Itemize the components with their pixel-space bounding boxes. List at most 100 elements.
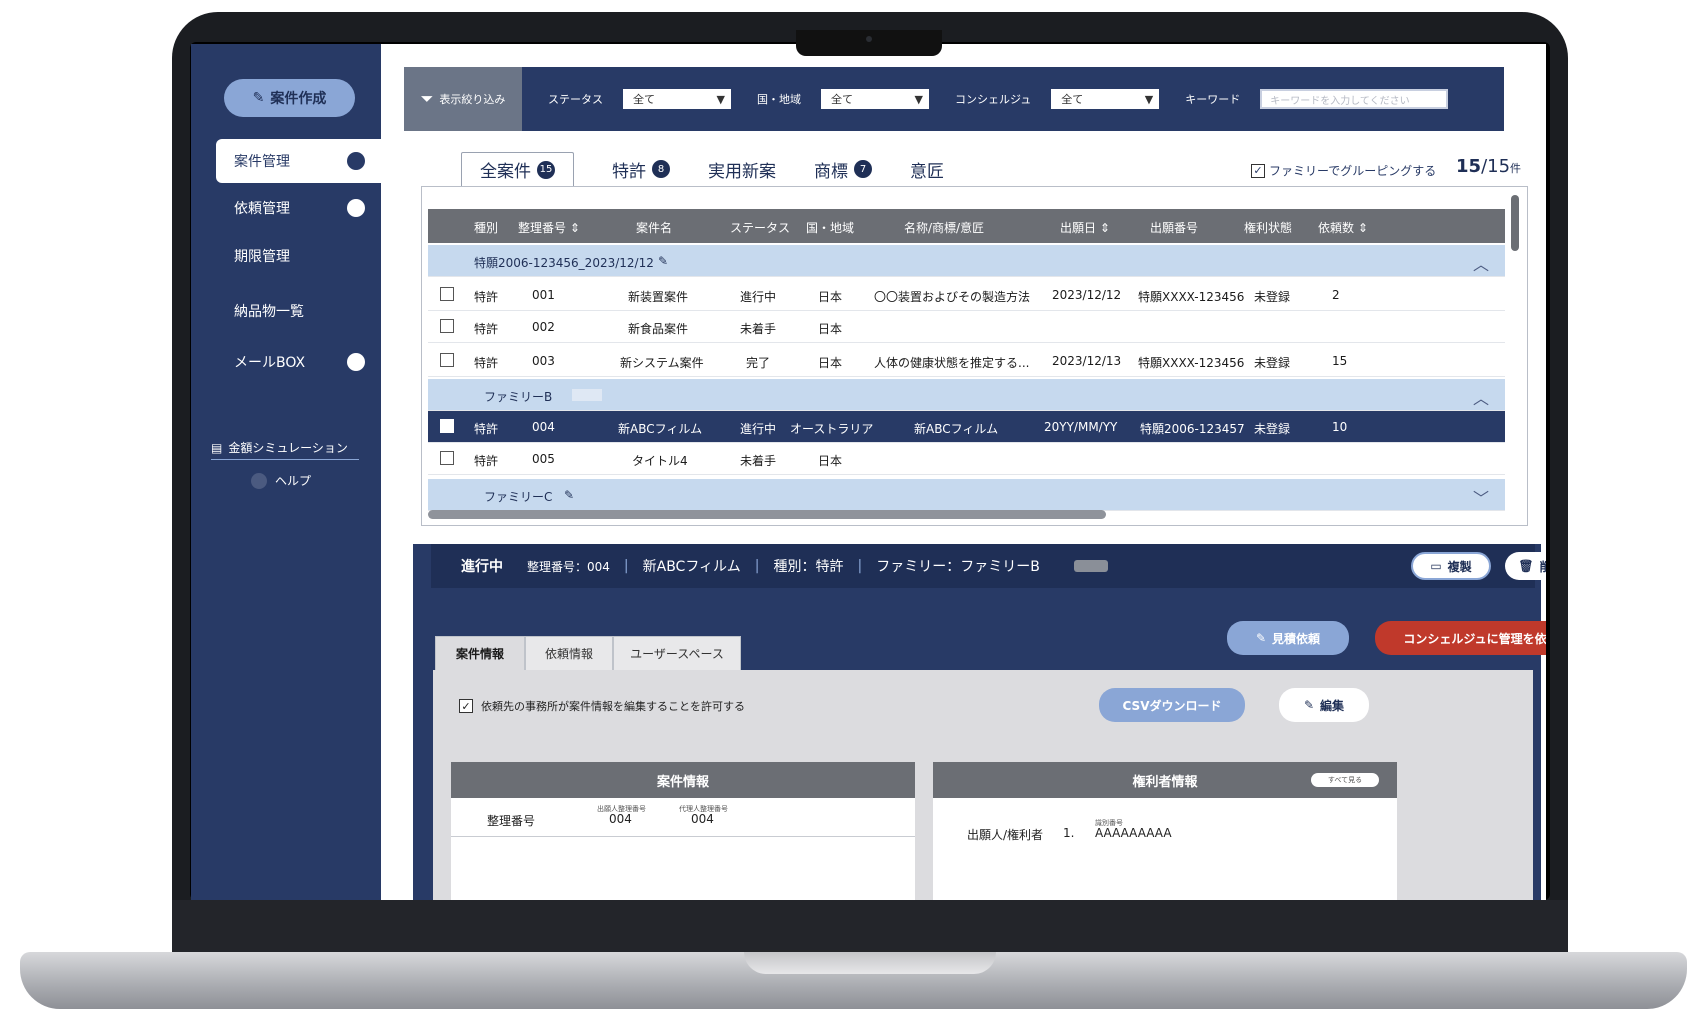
table-row[interactable]: 特許 003 新システム案件 完了 日本 人体の健康状態を推定する... 202… <box>428 345 1505 377</box>
change-badge[interactable] <box>1073 560 1108 572</box>
tab-request-info[interactable]: 依頼情報 <box>525 636 613 670</box>
filter-bar: ⏷ 表示絞り込み ステータス 全て ▼ 国・地域 全て ▼ コンシェルジュ 全て… <box>404 67 1504 131</box>
see-all-button[interactable]: すべて見る <box>1311 773 1379 787</box>
sidebar-item-simulation[interactable]: ▤ 金額シミュレーション <box>211 436 359 460</box>
chevron-up-icon[interactable]: ︿ <box>1473 251 1489 275</box>
delete-button[interactable]: 🗑 削除 <box>1505 552 1546 580</box>
sidebar-item-help[interactable]: ヘルプ <box>251 472 311 489</box>
chevron-down-icon[interactable]: ﹀ <box>1473 485 1489 509</box>
column-header[interactable]: 国・地域 <box>806 219 854 236</box>
divider: | <box>857 558 863 574</box>
row-checkbox[interactable] <box>440 353 454 370</box>
detail-family: ファミリー：ファミリーB <box>876 559 1040 575</box>
tab-trademark[interactable]: 商標 7 <box>814 152 872 186</box>
row-checkbox[interactable] <box>440 451 454 468</box>
keyword-filter-label: キーワード <box>1185 93 1241 106</box>
cell-name: 新食品案件 <box>628 322 689 336</box>
row-checkbox[interactable] <box>440 319 454 336</box>
column-header[interactable]: 種別 <box>474 219 498 236</box>
sidebar-item-requests[interactable]: 依頼管理 <box>216 186 381 230</box>
group-title: 特願2006-123456_2023/12/12 <box>474 256 654 270</box>
cell-country: 日本 <box>818 454 843 468</box>
pencil-icon[interactable]: ✎ <box>658 254 668 268</box>
cell-no: 003 <box>532 354 555 368</box>
column-header[interactable]: 出願番号 <box>1150 219 1198 236</box>
cell-appno: 特願XXXX-123456 <box>1138 356 1245 370</box>
table-row[interactable]: 特許 005 タイトル4 未着手 日本 <box>428 443 1505 475</box>
row-checkbox[interactable] <box>440 419 454 436</box>
tab-utility-model[interactable]: 実用新案 <box>708 152 776 186</box>
calculator-icon: ▤ <box>211 440 223 455</box>
table-row[interactable]: 特許 001 新装置案件 進行中 日本 〇〇装置およびその製造方法 2023/1… <box>428 279 1505 311</box>
horizontal-scrollbar[interactable] <box>428 510 1106 519</box>
pencil-icon[interactable]: ✎ <box>564 488 574 502</box>
cell-date: 2023/12/12 <box>1052 288 1122 302</box>
triangle-down-icon: ▼ <box>716 92 725 106</box>
row-checkbox[interactable] <box>440 287 454 304</box>
case-info-row-label: 整理番号 <box>487 814 536 828</box>
pencil-icon: ✎ <box>252 90 265 106</box>
app-screen: ✎ 案件作成 案件管理 依頼管理 期限管理 納品物一覧 メールBOX ▤ 金額シ… <box>191 44 1546 900</box>
edit-permission-checkbox[interactable]: ✓ 依頼先の事務所が案件情報を編集することを許可する <box>459 698 745 714</box>
filter-toggle-button[interactable]: ⏷ 表示絞り込み <box>404 67 522 131</box>
column-header[interactable]: 依頼数 ⇕ <box>1318 219 1368 236</box>
edit-button[interactable]: ✎ 編集 <box>1279 688 1369 722</box>
sidebar-item-cases[interactable]: 案件管理 <box>216 139 381 183</box>
case-info-body: ✓ 依頼先の事務所が案件情報を編集することを許可する CSVダウンロード ✎ 編集… <box>433 670 1533 900</box>
status-select[interactable]: 全て ▼ <box>623 89 731 109</box>
cell-type: 特許 <box>474 322 499 336</box>
group-title: ファミリーB <box>484 390 553 404</box>
case-table: 種別 整理番号 ⇕ 案件名 ステータス 国・地域 名称/商標/意匠 出願日 ⇕ … <box>421 186 1528 526</box>
estimate-request-button[interactable]: ✎ 見積依頼 <box>1227 621 1349 655</box>
cell-appno: 特願XXXX-123456 <box>1138 290 1245 304</box>
rights-holder-card-header: 権利者情報 すべて見る <box>933 762 1397 798</box>
concierge-select[interactable]: 全て ▼ <box>1051 89 1160 109</box>
sidebar-item-deadlines[interactable]: 期限管理 <box>216 234 381 278</box>
estimate-label: 見積依頼 <box>1272 631 1321 646</box>
cell-type: 特許 <box>474 356 499 370</box>
tab-case-info[interactable]: 案件情報 <box>435 636 525 670</box>
keyword-input[interactable]: キーワードを入力してください <box>1260 89 1449 109</box>
sort-icon: ⇕ <box>569 221 580 235</box>
table-row-selected[interactable]: 特許 004 新ABCフィルム 進行中 オーストラリア 新ABCフィルム 20Y… <box>428 411 1505 443</box>
column-header[interactable]: 権利状態 <box>1244 219 1292 236</box>
column-header[interactable]: 案件名 <box>636 219 672 236</box>
group-row[interactable]: ファミリーB ︿ <box>428 379 1505 411</box>
family-grouping-toggle[interactable]: ✓ ファミリーでグルーピングする <box>1251 162 1436 179</box>
sidebar-item-deliverables[interactable]: 納品物一覧 <box>216 289 381 333</box>
case-type-tabs: 全案件 15 特許 8 実用新案 商標 7 意匠 <box>461 152 982 186</box>
cell-right: 未登録 <box>1254 422 1291 436</box>
detail-kind: 種別：特許 <box>773 559 844 575</box>
csv-label: CSVダウンロード <box>1122 698 1222 713</box>
tab-all[interactable]: 全案件 15 <box>461 152 574 186</box>
column-header[interactable]: 名称/商標/意匠 <box>904 219 984 236</box>
sidebar-item-mailbox[interactable]: メールBOX <box>216 340 381 384</box>
group-row[interactable]: 特願2006-123456_2023/12/12 ✎ ︿ <box>428 245 1505 277</box>
cell-no: 004 <box>532 420 555 434</box>
simulation-label: 金額シミュレーション <box>228 441 348 455</box>
chevron-up-icon[interactable]: ︿ <box>1473 385 1489 409</box>
cell-country: 日本 <box>818 290 843 304</box>
laptop-base-notch <box>744 952 996 974</box>
see-all-label: すべて見る <box>1327 776 1363 784</box>
cell-status: 未着手 <box>740 454 777 468</box>
copy-button[interactable]: ▭ 複製 <box>1411 552 1491 580</box>
group-row[interactable]: ファミリーC ✎ ﹀ <box>428 479 1505 511</box>
column-header[interactable]: 出願日 ⇕ <box>1060 219 1110 236</box>
tab-patent[interactable]: 特許 8 <box>612 152 670 186</box>
tab-user-space[interactable]: ユーザースペース <box>613 636 741 670</box>
vertical-scrollbar[interactable] <box>1511 195 1519 251</box>
column-header[interactable]: 整理番号 ⇕ <box>518 219 580 236</box>
help-label: ヘルプ <box>275 474 312 488</box>
create-case-button[interactable]: ✎ 案件作成 <box>224 79 355 117</box>
tab-design[interactable]: 意匠 <box>910 152 944 186</box>
copy-label: 複製 <box>1447 559 1472 574</box>
csv-download-button[interactable]: CSVダウンロード <box>1099 688 1245 722</box>
applicant-no-value: 004 <box>609 812 632 826</box>
concierge-request-button[interactable]: コンシェルジュに管理を依頼 <box>1375 621 1546 655</box>
table-row[interactable]: 特許 002 新食品案件 未着手 日本 <box>428 311 1505 343</box>
country-select[interactable]: 全て ▼ <box>821 89 929 109</box>
filter-toggle-label: 表示絞り込み <box>439 93 506 106</box>
cell-title: 〇〇装置およびその製造方法 <box>874 290 1031 304</box>
column-header[interactable]: ステータス <box>730 219 790 236</box>
